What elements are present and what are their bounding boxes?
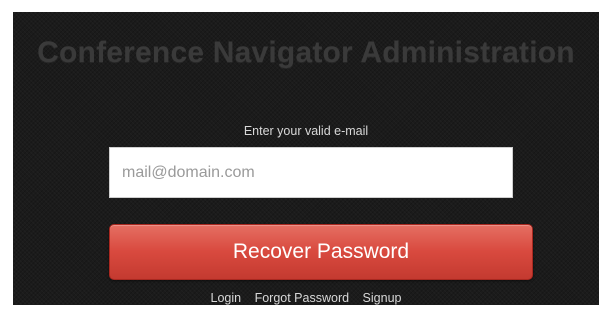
email-input[interactable] [109,147,513,198]
page-title: Conference Navigator Administration [37,36,575,69]
email-prompt-label: Enter your valid e-mail [243,124,369,138]
recover-password-panel: Conference Navigator Administration Ente… [13,12,599,305]
signup-link[interactable]: Signup [363,291,402,305]
login-link[interactable]: Login [211,291,242,305]
footer-links: Login Forgot Password Signup [13,291,599,305]
recover-password-button[interactable]: Recover Password [109,224,533,280]
forgot-password-link[interactable]: Forgot Password [255,291,349,305]
